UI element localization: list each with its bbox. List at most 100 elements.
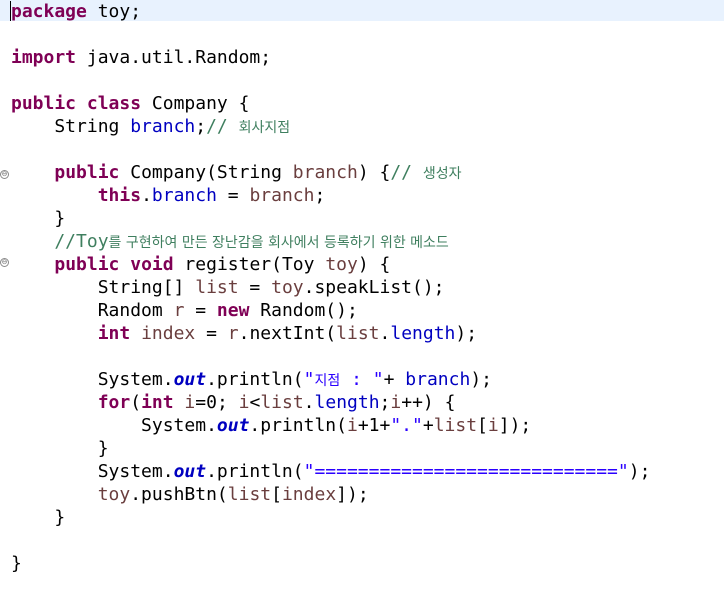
- code-line[interactable]: [11, 138, 650, 161]
- code-line[interactable]: for(int i=0; i<list.length;i++) {: [11, 391, 650, 414]
- code-token: public: [54, 162, 120, 183]
- code-token: Random();: [249, 300, 358, 321]
- code-token: String[]: [11, 277, 196, 298]
- code-token: .println(: [206, 369, 304, 390]
- code-token: }: [11, 438, 109, 459]
- code-editor[interactable]: ⊖ ⊖ package toy; import java.util.Random…: [0, 0, 724, 601]
- code-token: register(Toy: [173, 254, 326, 275]
- code-line[interactable]: String[] list = toy.speakList();: [11, 276, 650, 299]
- code-line[interactable]: import java.util.Random;: [11, 46, 650, 69]
- code-token: out: [216, 415, 250, 436]
- code-token: 회사지점: [238, 120, 291, 136]
- code-token: for: [97, 392, 131, 413]
- code-token: java.util.Random;: [76, 47, 272, 68]
- code-line[interactable]: public Company(String branch) {// 생성자: [11, 161, 650, 184]
- code-token: i: [184, 392, 196, 413]
- code-token: branch: [292, 162, 358, 183]
- code-token: ;: [379, 392, 391, 413]
- fold-collapse-icon-register-method[interactable]: ⊖: [0, 258, 9, 267]
- code-token: (: [130, 392, 142, 413]
- code-line[interactable]: }: [11, 437, 650, 460]
- code-token: ]);: [498, 415, 532, 436]
- code-token: ) {: [357, 162, 391, 183]
- code-token: .println(: [206, 461, 304, 482]
- code-token: +1+: [357, 415, 391, 436]
- code-token: list: [195, 277, 239, 298]
- code-token: list: [260, 392, 304, 413]
- code-line[interactable]: [11, 529, 650, 552]
- code-token: index: [281, 484, 337, 505]
- code-line[interactable]: this.branch = branch;: [11, 184, 650, 207]
- code-token: .speakList();: [303, 277, 445, 298]
- code-token: 를 구현하여 만든 장난감을 회사에서 등록하기 위한 메소드: [108, 235, 449, 251]
- code-token: //Toy: [11, 231, 109, 252]
- code-token: 지점: [314, 373, 341, 389]
- code-token: .: [141, 185, 152, 206]
- code-line[interactable]: [11, 23, 650, 46]
- code-token: .pushBtn(: [130, 484, 228, 505]
- code-token: list: [433, 415, 478, 436]
- code-token: .: [303, 392, 315, 413]
- code-token: branch: [405, 369, 471, 390]
- code-token: =0;: [195, 392, 239, 413]
- code-token: System.: [11, 415, 217, 436]
- code-token: new: [216, 300, 250, 321]
- code-token: out: [173, 461, 207, 482]
- code-token: branch: [249, 185, 315, 206]
- code-line[interactable]: [11, 69, 650, 92]
- code-token: ) {: [357, 254, 391, 275]
- code-token: .: [379, 323, 391, 344]
- code-line[interactable]: [11, 345, 650, 368]
- code-token: String: [11, 116, 131, 137]
- code-line[interactable]: String branch;// 회사지점: [11, 115, 650, 138]
- code-line[interactable]: public class Company {: [11, 92, 650, 115]
- code-token: ;: [314, 185, 326, 206]
- code-token: );: [628, 461, 651, 482]
- code-text-area[interactable]: package toy; import java.util.Random; pu…: [11, 0, 650, 575]
- code-token: i: [346, 415, 358, 436]
- code-token: index: [141, 323, 196, 344]
- code-token: : ": [340, 369, 384, 390]
- code-line[interactable]: //Toy를 구현하여 만든 장난감을 회사에서 등록하기 위한 메소드: [11, 230, 650, 253]
- code-token: [: [477, 415, 488, 436]
- code-token: }: [11, 208, 66, 229]
- code-line[interactable]: public void register(Toy toy) {: [11, 253, 650, 276]
- code-line[interactable]: System.out.println(i+1+"."+list[i]);: [11, 414, 650, 437]
- code-token: list: [336, 323, 380, 344]
- code-token: toy;: [86, 1, 142, 22]
- fold-collapse-icon-constructor[interactable]: ⊖: [0, 170, 9, 179]
- code-token: 생성자: [422, 166, 462, 182]
- code-token: System.: [11, 369, 174, 390]
- code-token: Company(String: [119, 162, 293, 183]
- code-token: i: [487, 415, 499, 436]
- code-token: out: [173, 369, 207, 390]
- code-line[interactable]: }: [11, 207, 650, 230]
- code-token: i: [238, 392, 250, 413]
- code-token: branch: [151, 185, 217, 206]
- code-token: class: [86, 93, 142, 114]
- code-token: branch: [130, 116, 196, 137]
- code-line[interactable]: int index = r.nextInt(list.length);: [11, 322, 650, 345]
- code-line[interactable]: toy.pushBtn(list[index]);: [11, 483, 650, 506]
- code-token: length: [390, 323, 456, 344]
- code-token: "============================": [303, 461, 629, 482]
- code-token: package: [11, 1, 87, 22]
- code-token: Random: [11, 300, 174, 321]
- code-line[interactable]: }: [11, 552, 650, 575]
- code-token: toy: [97, 484, 131, 505]
- code-line[interactable]: package toy;: [11, 0, 650, 23]
- code-token: int: [141, 392, 174, 413]
- code-token: public: [54, 254, 120, 275]
- code-line[interactable]: Random r = new Random();: [11, 299, 650, 322]
- code-line[interactable]: }: [11, 506, 650, 529]
- code-token: import: [11, 47, 77, 68]
- code-line[interactable]: System.out.println("지점 : "+ branch);: [11, 368, 650, 391]
- code-line[interactable]: System.out.println("====================…: [11, 460, 651, 483]
